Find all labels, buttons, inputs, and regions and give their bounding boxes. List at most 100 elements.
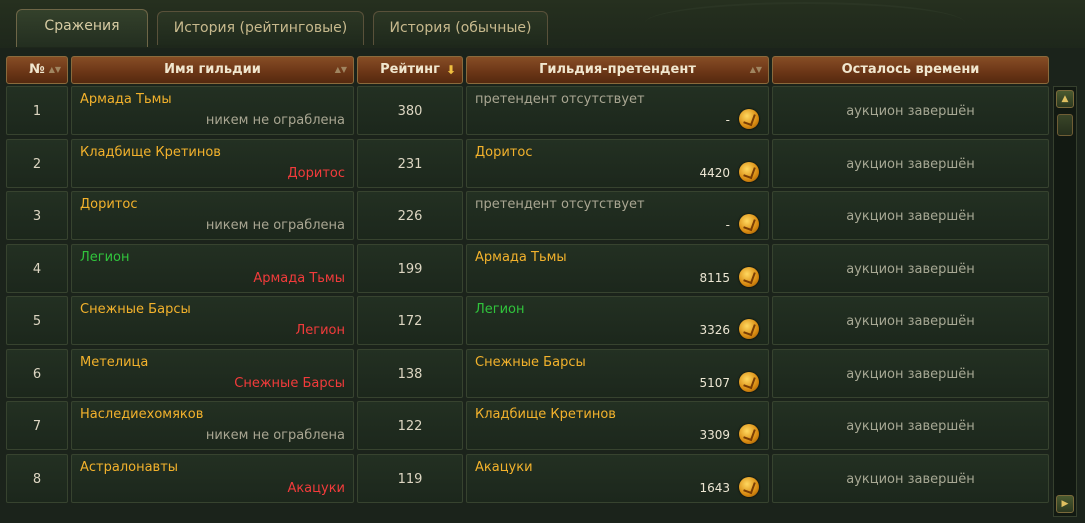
- guild-name[interactable]: Наследиехомяков: [80, 407, 203, 422]
- guild-cell: Снежные Барсы Легион: [71, 296, 354, 345]
- guild-cell: Кладбище Кретинов Доритос: [71, 139, 354, 188]
- row-number: 1: [32, 104, 42, 119]
- guild-cell: Астралонавты Акацуки: [71, 454, 354, 503]
- guild-cell: Легион Армада Тьмы: [71, 244, 354, 293]
- time-left: аукцион завершён: [846, 209, 975, 224]
- scroll-up-icon[interactable]: ▲: [1056, 90, 1074, 108]
- guild-name[interactable]: Снежные Барсы: [80, 302, 191, 317]
- gold-coin-icon[interactable]: [739, 267, 759, 287]
- gold-coin-icon[interactable]: [739, 424, 759, 444]
- challenger-cell: Армада Тьмы 8115: [466, 244, 769, 293]
- column-header-time-left[interactable]: Осталось времени: [772, 56, 1049, 84]
- robbed-by: Доритос: [287, 166, 345, 181]
- guild-rating: 226: [397, 209, 423, 224]
- gold-coin-icon[interactable]: [739, 162, 759, 182]
- time-left-cell: аукцион завершён: [772, 454, 1049, 503]
- guild-name[interactable]: Армада Тьмы: [80, 92, 172, 107]
- rating-cell: 138: [357, 349, 463, 398]
- column-header-time-left-label: Осталось времени: [841, 62, 980, 77]
- guild-cell: Наследиехомяков никем не ограблена: [71, 401, 354, 450]
- time-left: аукцион завершён: [846, 314, 975, 329]
- gold-coin-icon[interactable]: [739, 477, 759, 497]
- column-header-rating[interactable]: Рейтинг ⬇: [357, 56, 463, 84]
- guild-rating: 172: [397, 314, 423, 329]
- rating-cell: 380: [357, 86, 463, 135]
- row-number: 5: [32, 314, 42, 329]
- robbed-by: никем не ограблена: [205, 218, 345, 233]
- challenger-name: претендент отсутствует: [475, 197, 645, 212]
- challenger-name: Армада Тьмы: [475, 250, 567, 265]
- bid-amount: 3326: [699, 323, 730, 337]
- row-number-cell: 8: [6, 454, 68, 503]
- tab-battles[interactable]: Сражения: [16, 9, 148, 47]
- gold-coin-icon[interactable]: [739, 109, 759, 129]
- rating-cell: 199: [357, 244, 463, 293]
- challenger-name: претендент отсутствует: [475, 92, 645, 107]
- guild-rating: 119: [397, 472, 423, 487]
- guild-rating: 231: [397, 157, 423, 172]
- robbed-by: никем не ограблена: [205, 113, 345, 128]
- guild-cell: Метелица Снежные Барсы: [71, 349, 354, 398]
- guild-name[interactable]: Доритос: [80, 197, 137, 212]
- table-row[interactable]: 5 Снежные Барсы Легион 172 Легион 3326 аукцион…: [4, 296, 1049, 345]
- guild-name[interactable]: Легион: [80, 250, 130, 265]
- gold-coin-icon[interactable]: [739, 372, 759, 392]
- guild-rating: 138: [397, 367, 423, 382]
- bid-amount: 3309: [699, 428, 730, 442]
- table-row[interactable]: 7 Наследиехомяков никем не ограблена 122 Кла…: [4, 401, 1049, 450]
- robbed-by: никем не ограблена: [205, 428, 345, 443]
- time-left: аукцион завершён: [846, 419, 975, 434]
- rating-cell: 119: [357, 454, 463, 503]
- gold-coin-icon[interactable]: [739, 319, 759, 339]
- bid-amount: -: [725, 218, 730, 232]
- challenger-name: Кладбище Кретинов: [475, 407, 616, 422]
- table-row[interactable]: 2 Кладбище Кретинов Доритос 231 Доритос 4420 а…: [4, 139, 1049, 188]
- row-number: 8: [32, 472, 42, 487]
- challenger-cell: Доритос 4420: [466, 139, 769, 188]
- tab-history-normal[interactable]: История (обычные): [373, 11, 548, 45]
- row-number-cell: 5: [6, 296, 68, 345]
- column-header-num-label: №: [29, 62, 45, 77]
- guild-rating: 380: [397, 104, 423, 119]
- column-header-guild[interactable]: Имя гильдии ▲▼: [71, 56, 354, 84]
- guild-rating: 199: [397, 262, 423, 277]
- row-number-cell: 2: [6, 139, 68, 188]
- rating-cell: 231: [357, 139, 463, 188]
- time-left: аукцион завершён: [846, 104, 975, 119]
- time-left-cell: аукцион завершён: [772, 86, 1049, 135]
- guild-name[interactable]: Кладбище Кретинов: [80, 145, 221, 160]
- guild-name[interactable]: Метелица: [80, 355, 148, 370]
- column-header-num[interactable]: № ▲▼: [6, 56, 68, 84]
- scroll-down-icon[interactable]: ▶: [1056, 495, 1074, 513]
- time-left-cell: аукцион завершён: [772, 244, 1049, 293]
- gold-coin-icon[interactable]: [739, 214, 759, 234]
- table-row[interactable]: 1 Армада Тьмы никем не ограблена 380 претенд…: [4, 86, 1049, 135]
- row-number: 2: [32, 157, 42, 172]
- row-number: 6: [32, 367, 42, 382]
- tab-history-rated[interactable]: История (рейтинговые): [157, 11, 364, 45]
- column-header-challenger[interactable]: Гильдия-претендент ▲▼: [466, 56, 769, 84]
- scrollbar[interactable]: ▲ ▶: [1053, 86, 1077, 517]
- table-row[interactable]: 6 Метелица Снежные Барсы 138 Снежные Барсы 51…: [4, 349, 1049, 398]
- guild-cell: Доритос никем не ограблена: [71, 191, 354, 240]
- bid-amount: 5107: [699, 376, 730, 390]
- robbed-by: Легион: [295, 323, 345, 338]
- table-row[interactable]: 4 Легион Армада Тьмы 199 Армада Тьмы 8115 аукц…: [4, 244, 1049, 293]
- challenger-cell: претендент отсутствует -: [466, 86, 769, 135]
- scrollbar-thumb[interactable]: [1057, 114, 1073, 136]
- time-left: аукцион завершён: [846, 367, 975, 382]
- guild-cell: Армада Тьмы никем не ограблена: [71, 86, 354, 135]
- bid-amount: 4420: [699, 166, 730, 180]
- rating-cell: 226: [357, 191, 463, 240]
- challenger-name: Доритос: [475, 145, 533, 160]
- robbed-by: Акацуки: [287, 481, 345, 496]
- column-header-guild-label: Имя гильдии: [164, 62, 261, 77]
- robbed-by: Снежные Барсы: [234, 376, 345, 391]
- table-row[interactable]: 8 Астралонавты Акацуки 119 Акацуки 1643 аукцио…: [4, 454, 1049, 503]
- time-left-cell: аукцион завершён: [772, 191, 1049, 240]
- guild-name[interactable]: Астралонавты: [80, 460, 178, 475]
- time-left-cell: аукцион завершён: [772, 401, 1049, 450]
- battles-table: 1 Армада Тьмы никем не ограблена 380 претенд…: [4, 86, 1049, 523]
- row-number-cell: 4: [6, 244, 68, 293]
- table-row[interactable]: 3 Доритос никем не ограблена 226 претендент …: [4, 191, 1049, 240]
